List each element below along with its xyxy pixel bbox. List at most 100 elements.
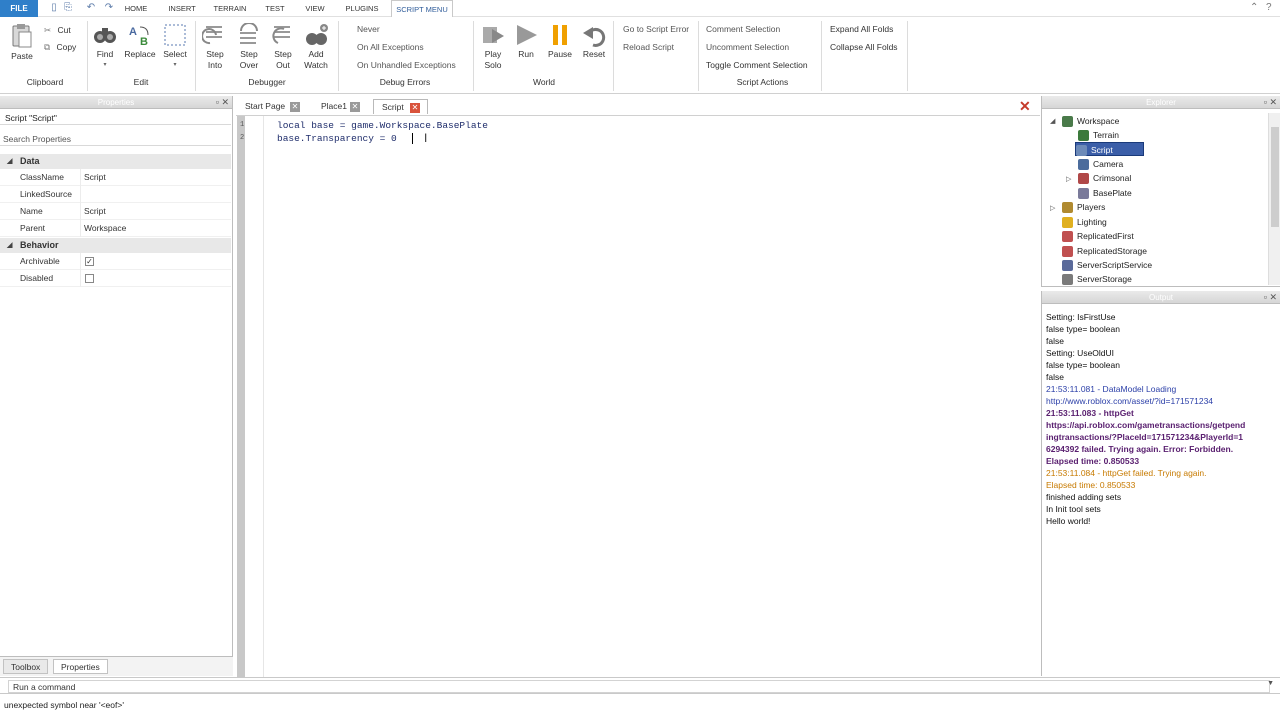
minimize-ribbon-icon[interactable]: ⌃ bbox=[1250, 2, 1258, 13]
script-editor[interactable]: 1 2 local base = game.Workspace.BasePlat… bbox=[236, 115, 1040, 677]
tree-item-replicatedfirst[interactable]: ReplicatedFirst bbox=[1062, 229, 1134, 243]
step-into-icon bbox=[202, 26, 222, 45]
ribbon-divider bbox=[698, 21, 699, 91]
tab-insert[interactable]: INSERT bbox=[163, 0, 201, 17]
new-icon[interactable]: ▯ bbox=[49, 3, 59, 13]
tab-test[interactable]: TEST bbox=[260, 0, 290, 17]
tab-toolbox[interactable]: Toolbox bbox=[3, 659, 49, 674]
tree-item-baseplate[interactable]: BasePlate bbox=[1078, 186, 1132, 200]
go-to-script-error-button[interactable]: Go to Script Error bbox=[623, 24, 689, 34]
tab-view[interactable]: VIEW bbox=[300, 0, 330, 17]
expand-all-folds-button[interactable]: Expand All Folds bbox=[830, 24, 893, 34]
replace-icon: A B bbox=[129, 26, 149, 47]
tree-item-replicatedstorage[interactable]: ReplicatedStorage bbox=[1062, 244, 1147, 258]
disabled-checkbox[interactable] bbox=[85, 274, 94, 283]
scrollbar-thumb[interactable] bbox=[1271, 127, 1279, 227]
tree-item-workspace[interactable]: Workspace bbox=[1062, 114, 1119, 128]
run-button[interactable]: Run bbox=[512, 23, 540, 60]
expand-triangle-icon[interactable]: ▷ bbox=[1066, 175, 1071, 183]
property-row[interactable]: Name Script bbox=[0, 203, 231, 220]
panel-controls-icon[interactable]: ▫ ✕ bbox=[1264, 96, 1277, 109]
toggle-comment-selection-button[interactable]: Toggle Comment Selection bbox=[706, 60, 808, 70]
explorer-scrollbar[interactable] bbox=[1268, 113, 1280, 285]
column-divider bbox=[80, 270, 81, 287]
close-icon[interactable]: ✕ bbox=[350, 102, 360, 112]
play-solo-button[interactable]: Play Solo bbox=[478, 23, 508, 71]
paste-button[interactable]: Paste bbox=[8, 23, 36, 62]
tree-item-serverstorage[interactable]: ServerStorage bbox=[1062, 272, 1132, 286]
tab-place1[interactable]: Place1 ✕ bbox=[313, 99, 365, 114]
property-row[interactable]: ClassName Script bbox=[0, 169, 231, 186]
replace-button[interactable]: A B Replace bbox=[122, 23, 158, 60]
tree-item-serverscriptservice[interactable]: ServerScriptService bbox=[1062, 258, 1152, 272]
tree-item-camera[interactable]: Camera bbox=[1078, 157, 1123, 171]
uncomment-selection-button[interactable]: Uncomment Selection bbox=[706, 42, 789, 52]
undo-icon[interactable]: ↶ bbox=[86, 3, 96, 13]
archivable-checkbox[interactable]: ✓ bbox=[85, 257, 94, 266]
debug-all-exceptions-option[interactable]: On All Exceptions bbox=[357, 42, 424, 52]
tree-item-script[interactable]: Script bbox=[1075, 142, 1144, 157]
collapse-all-folds-button[interactable]: Collapse All Folds bbox=[830, 42, 898, 52]
code-line[interactable]: local base = game.Workspace.BasePlate bbox=[277, 120, 488, 131]
tab-home[interactable]: HOME bbox=[120, 0, 152, 17]
tree-item-label: Lighting bbox=[1077, 217, 1107, 227]
section-behavior[interactable]: ◢ Behavior bbox=[0, 238, 231, 253]
find-button[interactable]: Find ▾ bbox=[92, 23, 118, 71]
file-menu-button[interactable]: FILE bbox=[0, 0, 38, 17]
tree-item-crimsonal[interactable]: Crimsonal bbox=[1078, 171, 1131, 185]
tree-item-lighting[interactable]: Lighting bbox=[1062, 215, 1107, 229]
tab-script-label: Script bbox=[382, 102, 404, 112]
step-out-button[interactable]: Step Out bbox=[268, 23, 298, 71]
step-over-button[interactable]: Step Over bbox=[234, 23, 264, 71]
panel-controls-icon[interactable]: ▫ ✕ bbox=[216, 96, 229, 109]
chevron-down-icon: ▾ bbox=[103, 62, 107, 68]
command-input[interactable]: Run a command bbox=[8, 680, 1270, 693]
properties-title-text: Properties bbox=[97, 98, 135, 107]
close-icon[interactable]: ✕ bbox=[290, 102, 300, 112]
reset-button[interactable]: Reset bbox=[580, 23, 608, 60]
close-icon[interactable]: ✕ bbox=[410, 103, 420, 113]
play-solo-label-1: Play bbox=[484, 49, 502, 59]
add-watch-button[interactable]: Add Watch bbox=[301, 23, 331, 71]
select-button[interactable]: Select ▾ bbox=[160, 23, 190, 71]
reload-script-button[interactable]: Reload Script bbox=[623, 42, 674, 52]
copy-button[interactable]: ⧉ Copy bbox=[44, 42, 76, 53]
property-row[interactable]: LinkedSource bbox=[0, 186, 231, 203]
terrain-icon bbox=[1078, 130, 1089, 142]
property-row[interactable]: Parent Workspace bbox=[0, 220, 231, 237]
comment-selection-button[interactable]: Comment Selection bbox=[706, 24, 780, 34]
panel-controls-icon[interactable]: ▫ ✕ bbox=[1264, 291, 1277, 304]
output-line: ingtransactions/?PlaceId=171571234&Playe… bbox=[1046, 432, 1244, 442]
debug-never-option[interactable]: Never bbox=[357, 24, 380, 34]
step-into-label-2: Into bbox=[207, 60, 223, 70]
tab-start-page[interactable]: Start Page ✕ bbox=[237, 99, 307, 114]
explorer-title-text: Explorer bbox=[1146, 98, 1176, 107]
tree-item-terrain[interactable]: Terrain bbox=[1078, 128, 1119, 142]
properties-panel-title: Properties ▫ ✕ bbox=[0, 96, 232, 109]
tab-script-menu[interactable]: SCRIPT MENU bbox=[391, 0, 453, 17]
step-into-button[interactable]: Step Into bbox=[200, 23, 230, 71]
redo-icon[interactable]: ↷ bbox=[104, 3, 114, 13]
tree-item-label: Script bbox=[1091, 145, 1113, 155]
chevron-down-icon[interactable]: ▼ bbox=[1267, 680, 1274, 687]
run-label: Run bbox=[518, 49, 534, 59]
debug-unhandled-exceptions-option[interactable]: On Unhandled Exceptions bbox=[357, 60, 456, 70]
tab-properties[interactable]: Properties bbox=[53, 659, 108, 674]
cut-label: Cut bbox=[57, 25, 71, 35]
output-line: false type= boolean bbox=[1046, 360, 1120, 370]
help-icon[interactable]: ? bbox=[1266, 2, 1272, 13]
tab-plugins[interactable]: PLUGINS bbox=[340, 0, 384, 17]
ribbon-divider bbox=[613, 21, 614, 91]
close-editor-icon[interactable]: ✕ bbox=[1019, 98, 1031, 115]
expand-triangle-icon[interactable]: ▷ bbox=[1050, 204, 1055, 212]
tab-terrain[interactable]: TERRAIN bbox=[210, 0, 250, 17]
tab-script[interactable]: Script ✕ bbox=[373, 99, 428, 114]
code-line[interactable]: base.Transparency = 0 bbox=[277, 133, 397, 144]
cut-button[interactable]: ✂ Cut bbox=[44, 25, 71, 36]
pause-button[interactable]: Pause bbox=[545, 23, 575, 60]
collapse-triangle-icon[interactable]: ◢ bbox=[1050, 117, 1055, 125]
tree-item-players[interactable]: Players bbox=[1062, 200, 1105, 214]
search-properties-input[interactable]: Search Properties bbox=[0, 133, 231, 146]
save-icon[interactable]: ⎘ bbox=[63, 3, 73, 13]
section-data[interactable]: ◢ Data bbox=[0, 154, 231, 169]
